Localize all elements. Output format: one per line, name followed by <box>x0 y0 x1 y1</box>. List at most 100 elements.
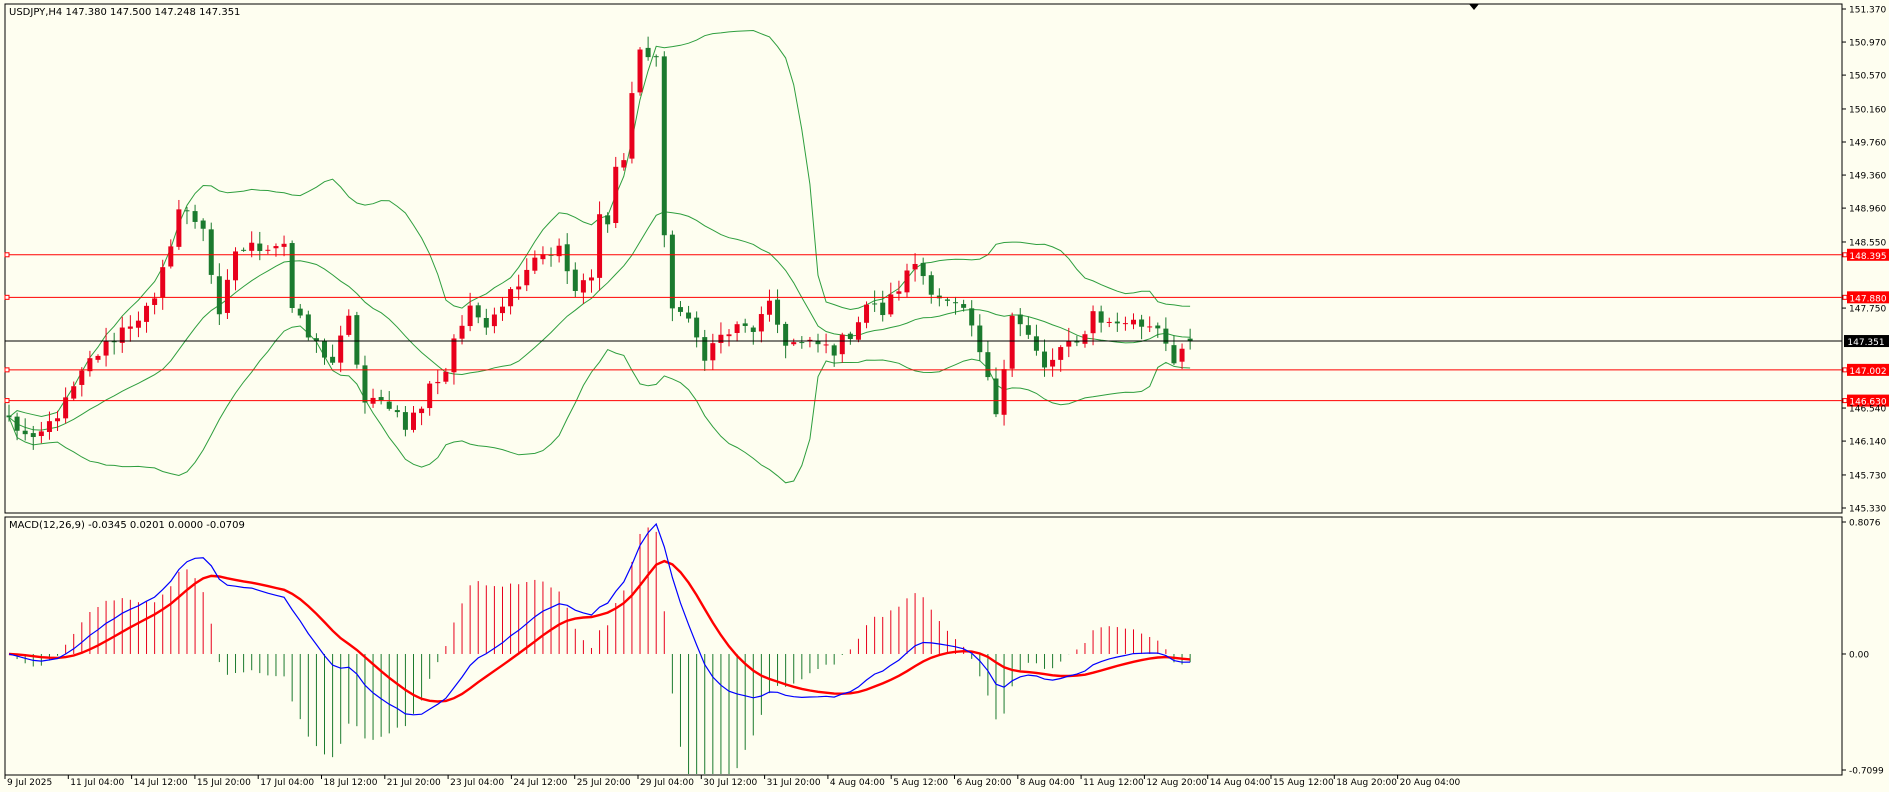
price-tick-label: 149.760 <box>1849 139 1886 149</box>
candle-body <box>710 343 716 361</box>
time-tick-label: 5 Aug 12:00 <box>893 778 948 788</box>
time-tick-label: 29 Jul 04:00 <box>640 778 694 788</box>
trading-chart[interactable]: 148.395147.880147.002146.630147.351 151.… <box>0 0 1889 792</box>
candle-body <box>872 303 878 305</box>
candle-body <box>394 410 400 413</box>
candle-body <box>653 56 659 58</box>
candle <box>305 310 311 341</box>
candle-body <box>1066 341 1072 347</box>
price-tick-label: 145.730 <box>1849 471 1886 481</box>
time-tick-label: 6 Aug 20:00 <box>957 778 1012 788</box>
price-tick-label: 147.750 <box>1849 305 1886 315</box>
candle-body <box>864 304 870 323</box>
candle-body <box>961 304 967 308</box>
price-level-handle[interactable] <box>1842 252 1848 258</box>
current-price-value: 147.351 <box>1847 338 1884 348</box>
time-tick-label: 14 Jul 12:00 <box>134 778 188 788</box>
candle-body <box>1098 311 1104 323</box>
macd-tick-label: 0.00 <box>1849 650 1869 660</box>
candle-body <box>338 335 344 363</box>
price-tick-label: 148.960 <box>1849 205 1886 215</box>
candle-body <box>30 433 36 438</box>
candle-body <box>831 345 837 356</box>
candle-body <box>677 307 683 312</box>
time-tick-label: 11 Aug 12:00 <box>1083 778 1144 788</box>
candle-body <box>483 317 489 328</box>
candle-body <box>1050 359 1056 367</box>
price-tick-label: 146.140 <box>1849 438 1886 448</box>
price-level-value: 148.395 <box>1849 252 1886 262</box>
price-level-handle[interactable] <box>4 294 10 300</box>
candle-body <box>289 243 295 309</box>
candle-body <box>402 412 408 430</box>
price-tick-label: 150.160 <box>1849 105 1886 115</box>
price-tick-label: 145.330 <box>1849 505 1886 515</box>
candle-body <box>597 214 603 278</box>
candle-body <box>1106 321 1112 323</box>
candle-body <box>694 317 700 338</box>
candle-body <box>613 166 619 224</box>
candle-body <box>799 342 805 344</box>
candle-body <box>977 325 983 353</box>
candle-body <box>637 49 643 93</box>
candle <box>637 47 643 96</box>
candle-body <box>200 220 206 229</box>
chart-background <box>0 0 1889 792</box>
time-tick-label: 24 Jul 12:00 <box>513 778 567 788</box>
candle-body <box>726 334 732 337</box>
price-level-handle[interactable] <box>4 367 10 373</box>
candle <box>597 201 603 291</box>
candle-body <box>330 356 336 363</box>
candle-body <box>645 47 651 58</box>
price-level-handle[interactable] <box>1842 294 1848 300</box>
candle-body <box>184 210 190 212</box>
time-tick-label: 8 Aug 04:00 <box>1020 778 1075 788</box>
candle-body <box>192 211 198 222</box>
candle-body <box>920 262 926 277</box>
candle-body <box>46 421 52 432</box>
candle-body <box>629 93 635 159</box>
candle-body <box>176 209 182 247</box>
candle-body <box>435 381 441 384</box>
candle-body <box>1058 347 1064 360</box>
price-level-handle[interactable] <box>4 252 10 258</box>
candle-body <box>1179 348 1185 362</box>
candle-body <box>346 315 352 335</box>
candle-body <box>427 383 433 409</box>
candle <box>354 311 360 369</box>
candle-body <box>516 286 522 290</box>
candle-body <box>411 412 416 430</box>
candle-body <box>953 302 959 304</box>
candle-body <box>491 314 497 327</box>
candle-body <box>305 314 311 338</box>
candle-body <box>55 418 61 422</box>
price-level-handle[interactable] <box>4 398 10 404</box>
candle <box>661 51 667 248</box>
price-level-handle[interactable] <box>1842 367 1848 373</box>
candle-body <box>1090 311 1096 334</box>
time-tick-label: 18 Jul 12:00 <box>324 778 378 788</box>
macd-tick-label: -0.7099 <box>1849 767 1884 777</box>
time-tick-label: 18 Aug 20:00 <box>1336 778 1397 788</box>
candle-body <box>144 305 150 322</box>
candle <box>629 81 635 164</box>
candle-body <box>6 415 12 418</box>
time-tick-label: 17 Jul 04:00 <box>260 778 314 788</box>
candle-body <box>993 378 999 415</box>
macd-tick-label: 0.8076 <box>1849 519 1881 529</box>
candle-body <box>71 386 77 399</box>
price-tick-label: 150.970 <box>1849 39 1886 49</box>
time-tick-label: 20 Aug 04:00 <box>1400 778 1461 788</box>
price-level-handle[interactable] <box>1842 398 1848 404</box>
candle-body <box>823 344 829 346</box>
candle-body <box>273 246 279 249</box>
candle-body <box>378 397 384 401</box>
candle-body <box>79 370 85 385</box>
candle-body <box>160 267 166 298</box>
time-tick-label: 14 Aug 04:00 <box>1210 778 1271 788</box>
candle-body <box>87 358 93 372</box>
candle-body <box>362 365 368 403</box>
symbol-info-label: USDJPY,H4 147.380 147.500 147.248 147.35… <box>9 7 240 18</box>
candle-body <box>1082 334 1088 344</box>
candle-body <box>443 371 449 382</box>
